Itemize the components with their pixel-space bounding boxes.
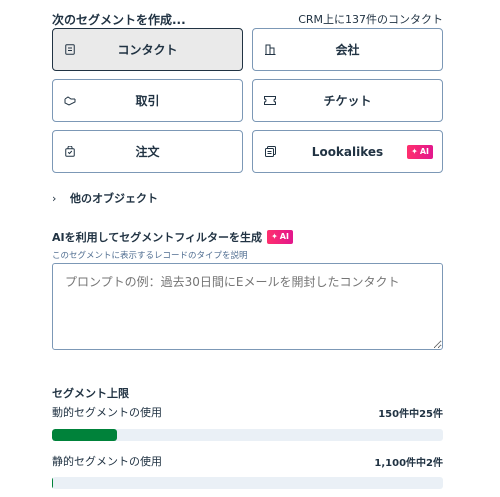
static-usage-row: 静的セグメントの使用 1,100件中2件 — [52, 453, 443, 469]
ticket-icon — [264, 95, 276, 107]
object-tile-label: チケット — [323, 94, 372, 108]
segment-limits-title: セグメント上限 — [52, 387, 129, 400]
crm-contact-count: CRM上に137件のコンタクト — [298, 13, 443, 26]
object-tile-label: コンタクト — [117, 43, 178, 57]
object-tile-orders[interactable]: 注文 — [52, 130, 243, 173]
sparkle-icon: ✦ — [271, 232, 278, 241]
dynamic-usage-fill — [52, 429, 118, 441]
object-tile-lookalikes[interactable]: Lookalikes ✦ AI — [252, 130, 443, 173]
object-tile-contacts[interactable]: コンタクト — [52, 28, 243, 71]
ai-badge: ✦ AI — [267, 230, 293, 244]
object-tile-companies[interactable]: 会社 — [252, 28, 443, 71]
ai-prompt-input[interactable] — [52, 263, 443, 350]
static-usage-fill — [52, 477, 53, 489]
object-tile-label: 会社 — [335, 43, 360, 57]
ai-filter-title: AIを利用してセグメントフィルターを生成 — [52, 231, 263, 244]
object-tile-tickets[interactable]: チケット — [252, 79, 443, 122]
ai-filter-header: AIを利用してセグメントフィルターを生成 ✦ AI — [52, 229, 293, 245]
lookalike-icon — [264, 146, 276, 158]
ai-badge-label: AI — [419, 146, 429, 156]
sparkle-icon: ✦ — [411, 146, 418, 156]
dynamic-usage-value: 150件中25件 — [378, 408, 443, 420]
contact-card-icon — [64, 44, 76, 56]
static-usage-bar — [52, 477, 443, 489]
dynamic-usage-row: 動的セグメントの使用 150件中25件 — [52, 404, 443, 420]
ai-filter-description: このセグメントに表示するレコードのタイプを説明 — [52, 251, 248, 261]
other-objects-label: 他のオブジェクト — [70, 192, 158, 205]
deal-handshake-icon — [64, 95, 76, 107]
object-tile-label: 取引 — [135, 94, 160, 108]
create-segment-title: 次のセグメントを作成... — [52, 12, 186, 27]
dynamic-usage-label: 動的セグメントの使用 — [52, 406, 162, 419]
object-tile-label: 注文 — [135, 145, 160, 159]
order-bag-icon — [64, 146, 76, 158]
static-usage-value: 1,100件中2件 — [374, 457, 443, 469]
building-icon — [264, 44, 276, 56]
dynamic-usage-bar — [52, 429, 443, 441]
object-type-grid: コンタクト 会社 取引 チケット 注文 Lookalikes ✦ AI — [52, 28, 443, 173]
create-segment-header: 次のセグメントを作成... CRM上に137件のコンタクト — [52, 10, 443, 28]
chevron-right-icon: › — [52, 191, 57, 205]
ai-badge: ✦ AI — [407, 144, 433, 159]
ai-badge-label: AI — [279, 232, 289, 241]
other-objects-toggle[interactable]: › 他のオブジェクト — [52, 188, 158, 208]
object-tile-label: Lookalikes — [311, 144, 384, 159]
object-tile-deals[interactable]: 取引 — [52, 79, 243, 122]
static-usage-label: 静的セグメントの使用 — [52, 455, 162, 468]
